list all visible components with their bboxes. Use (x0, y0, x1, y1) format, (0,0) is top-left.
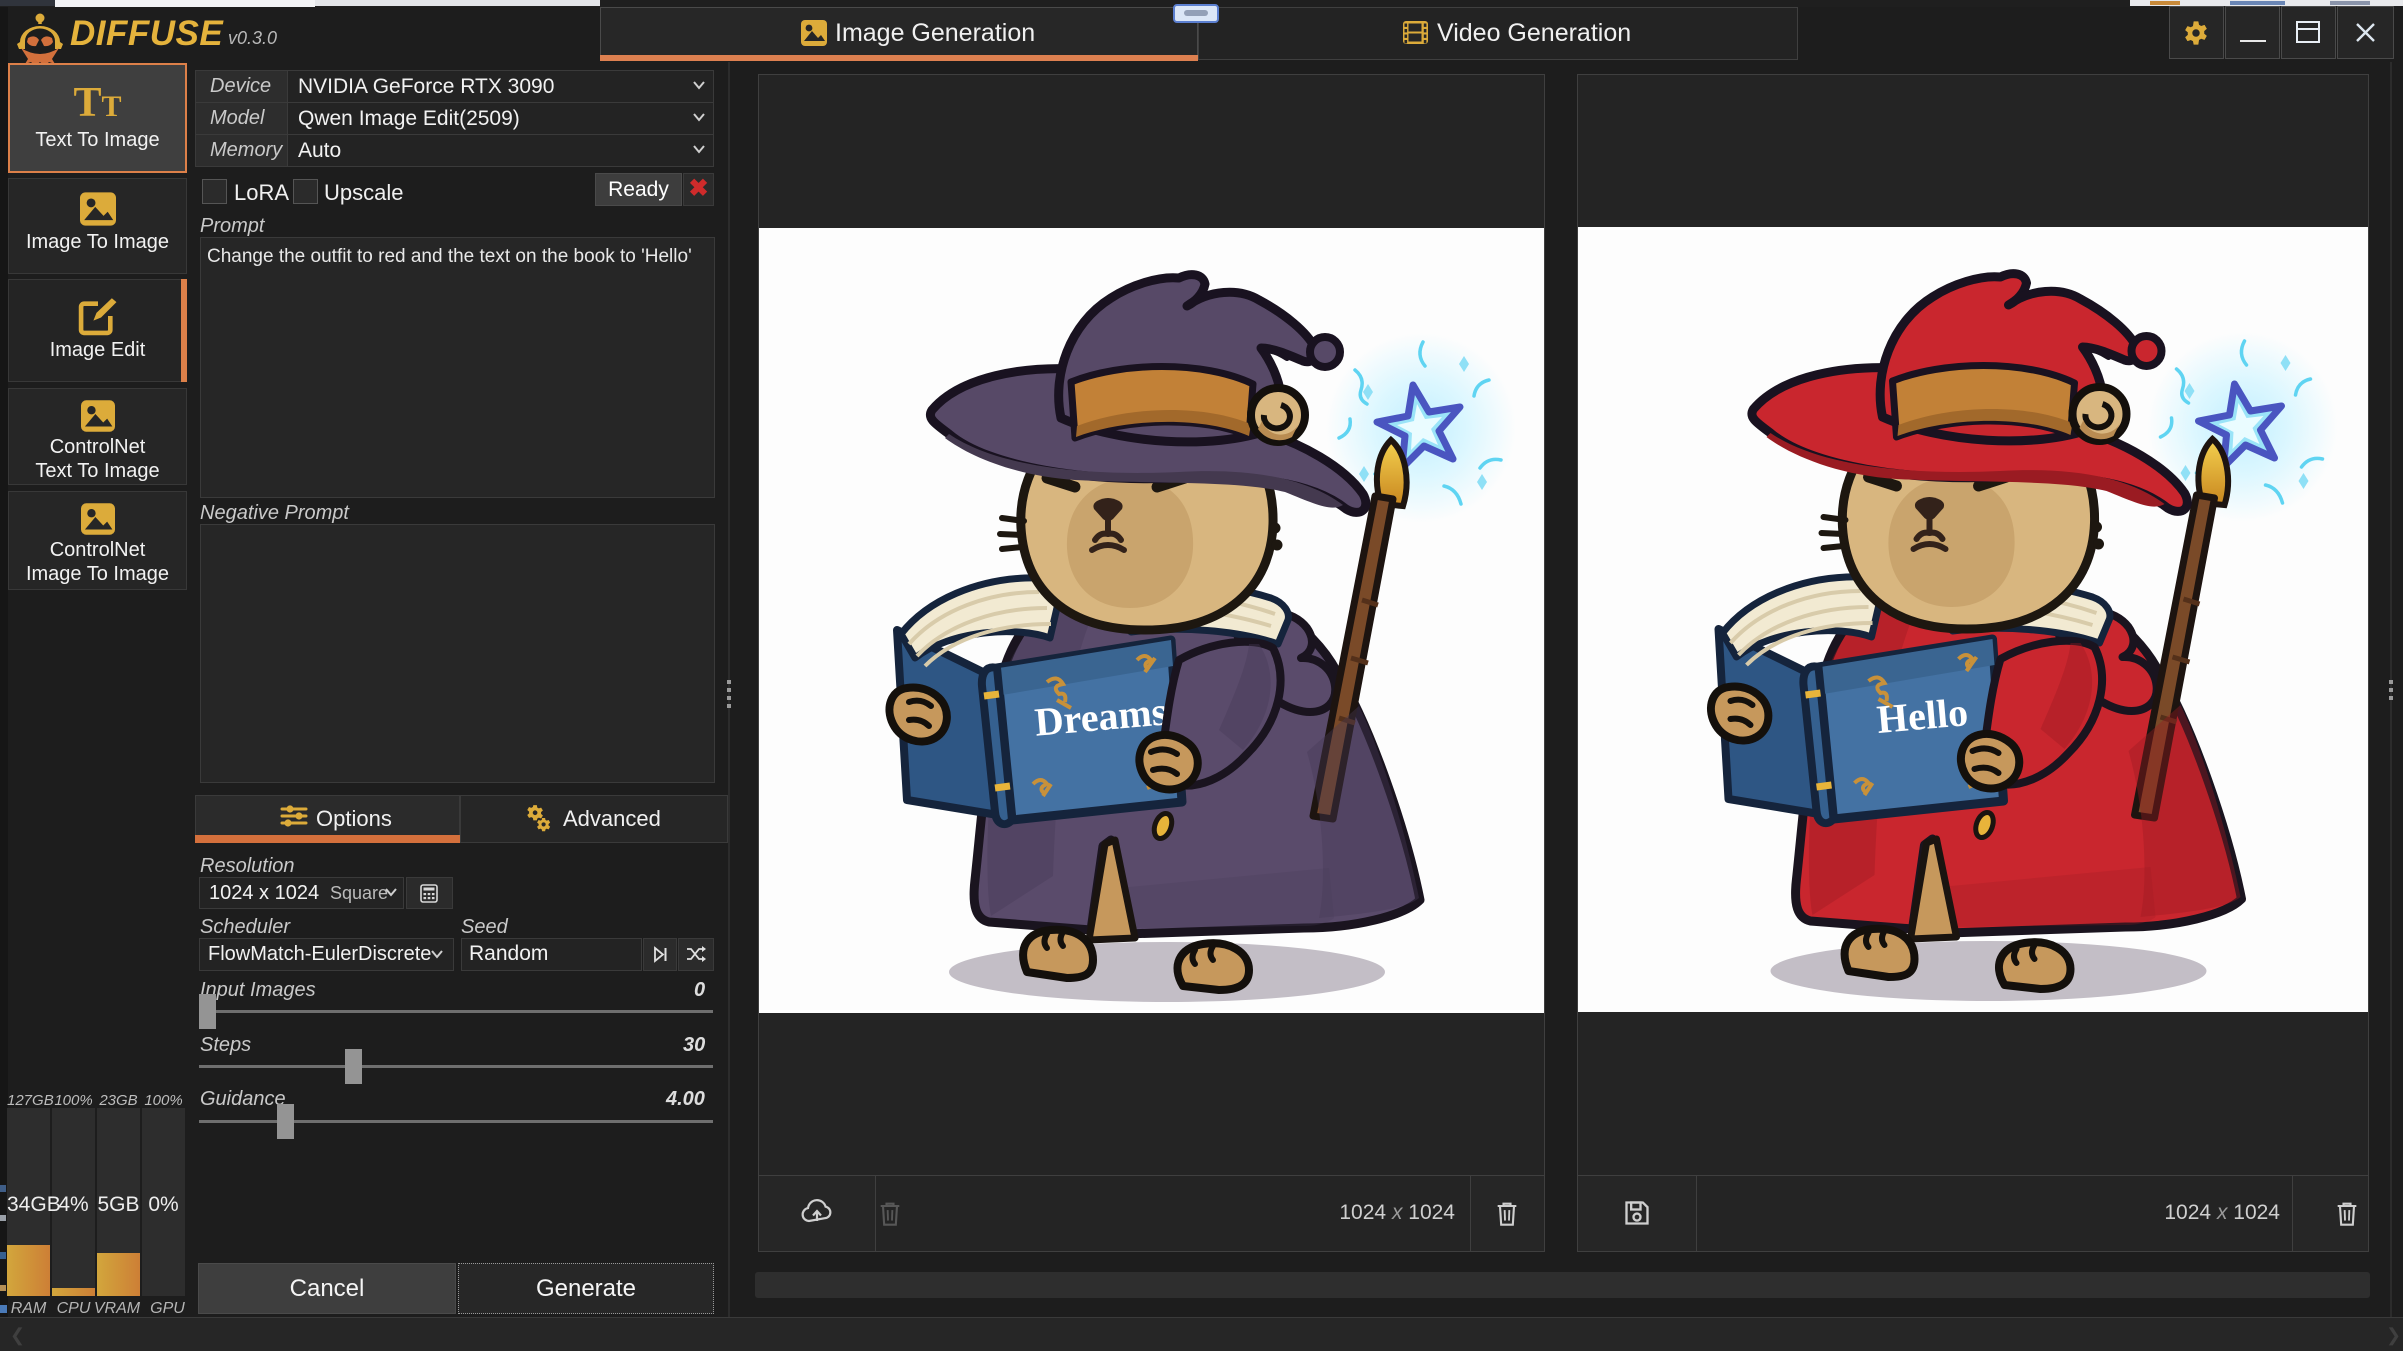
svg-text:Hello: Hello (1875, 689, 1970, 742)
